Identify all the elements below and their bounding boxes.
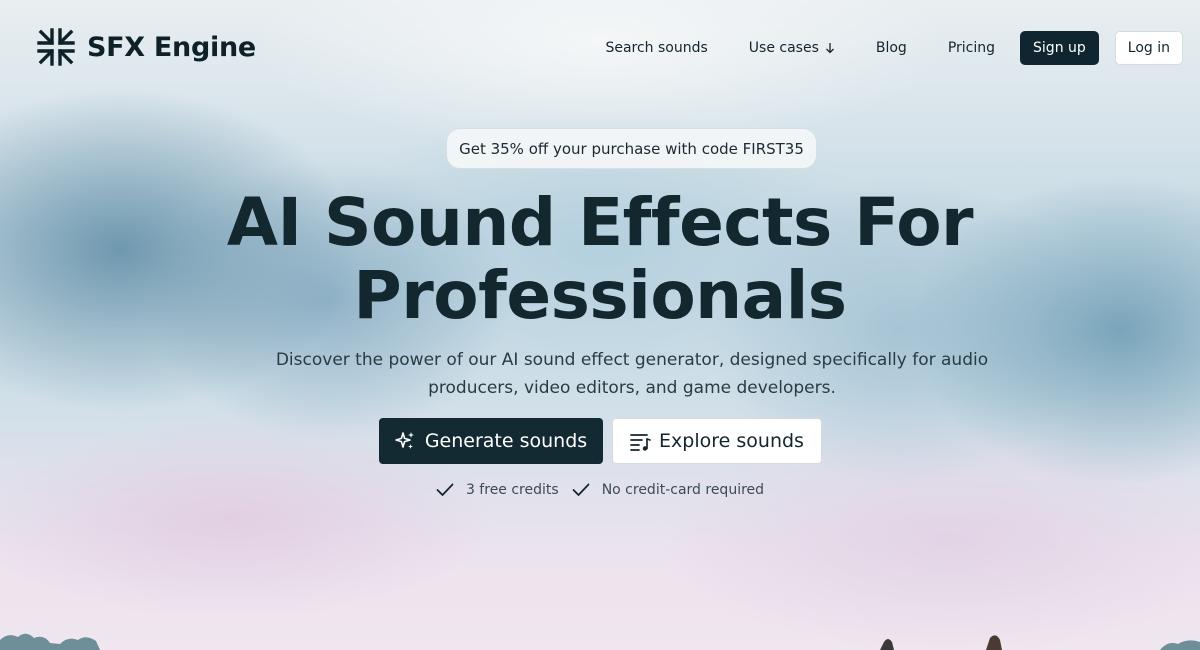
perk-item: No credit-card required: [572, 482, 764, 498]
promo-text: Get 35% off your purchase with code FIRS…: [459, 139, 804, 158]
hero-subtitle-line1: Discover the power of our AI sound effec…: [275, 350, 989, 370]
nav-search-sounds-label: Search sounds: [605, 40, 708, 56]
generate-sounds-button[interactable]: Generate sounds: [378, 418, 603, 464]
nav-pricing[interactable]: Pricing: [948, 40, 995, 56]
perks-row: 3 free credits No credit-card required: [0, 482, 1200, 498]
generate-sounds-label: Generate sounds: [424, 430, 588, 452]
cta-row: Generate sounds Explore sounds: [0, 418, 1200, 464]
perk-label: 3 free credits: [465, 482, 559, 498]
hero-title-line2: Professionals: [353, 257, 847, 334]
login-button[interactable]: Log in: [1114, 31, 1183, 65]
hero-title: AI Sound Effects For Professionals: [0, 186, 1200, 332]
nav-use-cases[interactable]: Use cases: [749, 40, 835, 56]
sparkles-icon: [395, 432, 414, 449]
asterisk-arrows-icon: [37, 28, 75, 66]
nav-pricing-label: Pricing: [947, 40, 996, 56]
brand-logo[interactable]: SFX Engine: [37, 28, 256, 66]
music-list-icon: [630, 434, 651, 451]
nav-search-sounds[interactable]: Search sounds: [605, 40, 707, 56]
explore-sounds-button[interactable]: Explore sounds: [611, 418, 822, 464]
perk-label: No credit-card required: [601, 482, 765, 498]
arrow-down-icon: [825, 43, 834, 54]
check-icon: [436, 483, 454, 496]
nav-use-cases-label: Use cases: [748, 40, 819, 56]
nav-blog-label: Blog: [875, 40, 907, 56]
treeline-silhouette: [0, 633, 1200, 650]
promo-banner[interactable]: Get 35% off your purchase with code FIRS…: [446, 128, 817, 169]
check-icon: [572, 483, 590, 496]
nav-blog[interactable]: Blog: [876, 40, 907, 56]
main-nav: Search sounds Use cases Blog Pricing Sig…: [605, 31, 1183, 65]
hero-subtitle-line2: producers, video editors, and game devel…: [428, 378, 836, 398]
brand-name: SFX Engine: [87, 31, 256, 63]
hero-subtitle: Discover the power of our AI sound effec…: [250, 346, 1014, 402]
hero-title-line1: AI Sound Effects For: [226, 184, 974, 261]
signup-button[interactable]: Sign up: [1020, 31, 1099, 65]
perk-item: 3 free credits: [436, 482, 559, 498]
explore-sounds-label: Explore sounds: [659, 430, 804, 452]
